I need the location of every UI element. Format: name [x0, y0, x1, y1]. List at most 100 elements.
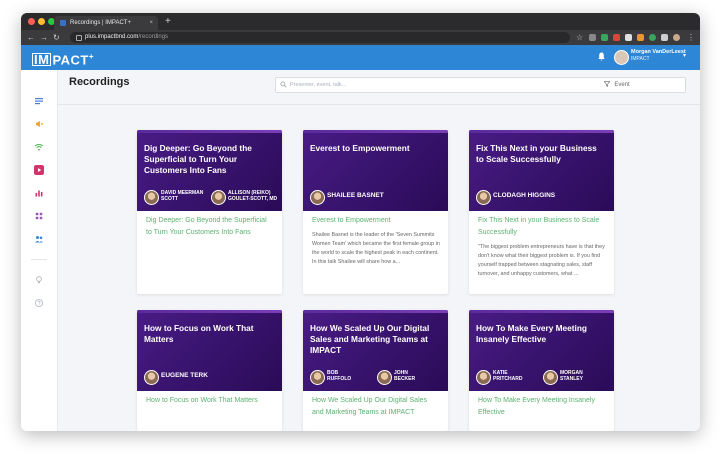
play-icon[interactable] [34, 165, 44, 175]
new-tab-button[interactable]: + [165, 15, 171, 29]
speaker-name: CLODAGH HIGGINS [493, 192, 556, 199]
recording-title-link[interactable]: Everest to Empowerment [312, 215, 440, 227]
speaker-avatar [144, 190, 159, 205]
back-icon[interactable]: ← [27, 32, 35, 43]
recording-title-link[interactable]: How to Focus on Work That Matters [146, 395, 274, 407]
help-icon[interactable] [34, 298, 44, 308]
browser-titlebar: Recordings | IMPACT+ × + [21, 13, 700, 30]
speaker: MORGAN STANLEY [543, 370, 606, 385]
thumbnail-title: Dig Deeper: Go Beyond the Superficial to… [144, 143, 252, 175]
recording-thumbnail[interactable]: How to Focus on Work That Matters EUGENE… [137, 310, 282, 391]
speaker-avatar [543, 370, 558, 385]
speaker: CLODAGH HIGGINS [476, 190, 596, 205]
megaphone-icon[interactable] [34, 119, 44, 129]
recording-card[interactable]: How To Make Every Meeting Insanely Effec… [469, 310, 614, 431]
thumbnail-title: How We Scaled Up Our Digital Sales and M… [310, 323, 430, 355]
avatar[interactable] [614, 50, 629, 65]
search-input[interactable] [290, 79, 540, 90]
speaker-name: SHAILEE BASNET [327, 192, 384, 199]
thumbnail-title: How to Focus on Work That Matters [144, 323, 254, 344]
speaker: DAVID MEERMAN SCOTT [144, 190, 207, 205]
puzzle-icon[interactable] [34, 211, 44, 221]
speaker-name: KATIE PRITCHARD [493, 370, 523, 382]
screen: Recordings | IMPACT+ × + ← → ↻ plus.impa… [0, 0, 720, 457]
lightbulb-icon[interactable] [34, 275, 44, 285]
tab-close-icon[interactable]: × [149, 16, 153, 30]
speaker: EUGENE TERK [144, 370, 264, 385]
impact-logo[interactable]: IM PACT+ [32, 50, 94, 67]
tab-title: Recordings | IMPACT+ [70, 20, 131, 26]
speaker: JOHN BECKER [377, 370, 440, 385]
bookmark-star-icon[interactable]: ☆ [576, 32, 583, 43]
app-header: IM PACT+ Morgan VanDerLeest IMPACT ▾ [21, 45, 700, 70]
extension-icon[interactable] [625, 34, 632, 41]
extension-icon[interactable] [637, 34, 644, 41]
lock-icon [76, 35, 82, 41]
speaker-name: JOHN BECKER [394, 370, 416, 382]
speaker-avatar [377, 370, 392, 385]
recording-thumbnail[interactable]: How We Scaled Up Our Digital Sales and M… [303, 310, 448, 391]
recording-thumbnail[interactable]: Fix This Next in your Business to Scale … [469, 130, 614, 211]
speaker-name: MORGAN STANLEY [560, 370, 583, 382]
thumbnail-title: Fix This Next in your Business to Scale … [476, 143, 597, 164]
browser-menu-icon[interactable]: ⋮ [687, 32, 695, 43]
extension-icon[interactable] [649, 34, 656, 41]
browser-toolbar: ← → ↻ plus.impactbnd.com/recordings ☆ ⋮ [21, 30, 700, 45]
bell-icon[interactable] [598, 52, 605, 61]
bar-chart-icon[interactable] [34, 188, 44, 198]
thumbnail-accent [137, 130, 282, 133]
url-text: plus.impactbnd.com/recordings [85, 34, 169, 40]
recording-card[interactable]: How We Scaled Up Our Digital Sales and M… [303, 310, 448, 431]
recording-thumbnail[interactable]: Dig Deeper: Go Beyond the Superficial to… [137, 130, 282, 211]
speaker-avatar [144, 370, 159, 385]
recording-thumbnail[interactable]: How To Make Every Meeting Insanely Effec… [469, 310, 614, 391]
recording-title-link[interactable]: Fix This Next in your Business to Scale … [478, 215, 606, 238]
speaker: SHAILEE BASNET [310, 190, 430, 205]
event-filter-button[interactable]: Event [549, 77, 686, 93]
address-bar[interactable]: plus.impactbnd.com/recordings [70, 32, 570, 43]
thumbnail-title: Everest to Empowerment [310, 143, 410, 153]
speaker-name: BOB RUFFOLO [327, 370, 352, 382]
recording-card[interactable]: Everest to Empowerment SHAILEE BASNET Ev… [303, 130, 448, 294]
speaker-name: EUGENE TERK [161, 372, 208, 379]
list-icon[interactable] [34, 96, 44, 106]
chevron-down-icon[interactable]: ▾ [683, 52, 686, 59]
users-icon[interactable] [34, 234, 44, 244]
puzzle-icon[interactable] [661, 34, 668, 41]
filter-icon [604, 81, 611, 88]
speaker-avatar [310, 190, 325, 205]
recording-title-link[interactable]: Dig Deeper: Go Beyond the Superficial to… [146, 215, 274, 238]
recording-thumbnail[interactable]: Everest to Empowerment SHAILEE BASNET [303, 130, 448, 211]
speaker-avatar [476, 190, 491, 205]
page-title: Recordings [69, 76, 130, 88]
thumbnail-accent [303, 310, 448, 313]
thumbnail-title: How To Make Every Meeting Insanely Effec… [476, 323, 587, 344]
wifi-icon[interactable] [34, 142, 44, 152]
speaker: BOB RUFFOLO [310, 370, 373, 385]
favicon-icon [60, 20, 66, 26]
reload-icon[interactable]: ↻ [53, 32, 60, 43]
recording-card[interactable]: Fix This Next in your Business to Scale … [469, 130, 614, 294]
recording-description: "The biggest problem entrepreneurs have … [478, 244, 605, 277]
close-window-button[interactable] [28, 18, 35, 25]
speaker-avatar [310, 370, 325, 385]
minimize-window-button[interactable] [38, 18, 45, 25]
extension-icon[interactable] [601, 34, 608, 41]
speaker-name: ALLISON (REIKO) GOULET-SCOTT, MD [228, 190, 278, 202]
speaker-avatar [476, 370, 491, 385]
speaker-avatar [211, 190, 226, 205]
speaker: ALLISON (REIKO) GOULET-SCOTT, MD [211, 190, 281, 205]
user-name: Morgan VanDerLeest [631, 49, 686, 55]
recording-card[interactable]: Dig Deeper: Go Beyond the Superficial to… [137, 130, 282, 294]
thumbnail-accent [469, 310, 614, 313]
forward-icon[interactable]: → [40, 32, 48, 43]
recording-title-link[interactable]: How We Scaled Up Our Digital Sales and M… [312, 395, 440, 418]
extension-icon[interactable] [613, 34, 620, 41]
extension-icon[interactable] [589, 34, 596, 41]
recording-card[interactable]: How to Focus on Work That Matters EUGENE… [137, 310, 282, 431]
profile-icon[interactable] [673, 34, 680, 41]
recording-title-link[interactable]: How To Make Every Meeting Insanely Effec… [478, 395, 606, 418]
thumbnail-accent [303, 130, 448, 133]
event-filter-label: Event [614, 82, 630, 88]
browser-tab[interactable]: Recordings | IMPACT+ × [54, 16, 158, 30]
